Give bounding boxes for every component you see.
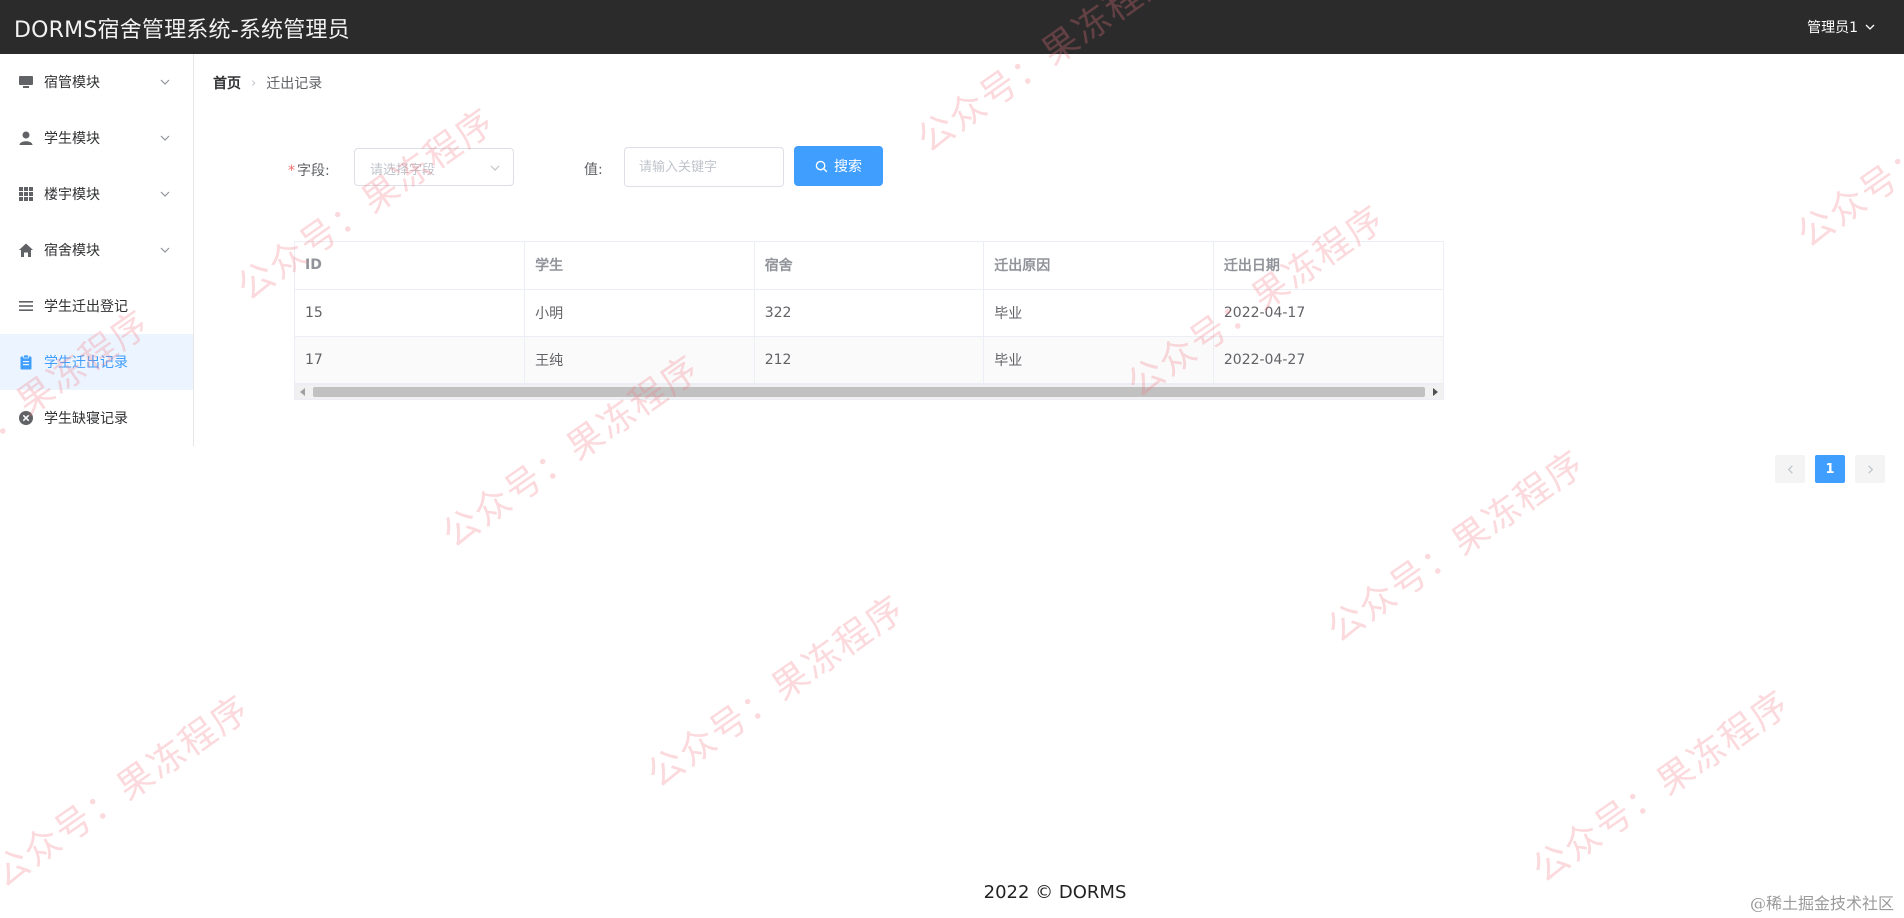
- scrollbar-thumb[interactable]: [313, 386, 1425, 397]
- column-header-student: 学生: [524, 242, 755, 290]
- watermark-text: 公众号：果冻程序: [1525, 682, 1798, 891]
- sidebar-item-label: 学生迁出登记: [44, 299, 128, 315]
- chevron-down-icon: [160, 135, 170, 141]
- home-icon: [18, 242, 34, 258]
- breadcrumb-current: 迁出记录: [266, 76, 323, 92]
- field-label: * 字段:: [288, 163, 330, 179]
- cell-date: 2022-04-27: [1213, 336, 1443, 384]
- sidebar-item-dorm[interactable]: 宿舍模块: [0, 222, 193, 278]
- search-button-label: 搜索: [834, 159, 862, 175]
- watermark-layer: 公众号：果冻程序 公众号：果冻程序 公众号：果冻程序 公众号：果冻程序 公众号：…: [0, 0, 1904, 918]
- chevron-down-icon: [1865, 24, 1875, 30]
- table-header-row: ID 学生 宿舍 迁出原因 迁出日期: [295, 242, 1443, 290]
- sidebar-item-label: 宿管模块: [44, 75, 100, 91]
- cell-id: 15: [295, 289, 526, 337]
- sidebar-item-label: 学生模块: [44, 131, 100, 147]
- sidebar-item-checkout-register[interactable]: 学生迁出登记: [0, 278, 193, 334]
- search-form: *字段: 请选择字段 值: 搜索: [288, 146, 988, 188]
- sidebar-item-checkout-records[interactable]: 学生迁出记录: [0, 334, 193, 390]
- app-title: DORMS宿舍管理系统-系统管理员: [14, 18, 350, 43]
- prev-page-button[interactable]: [1775, 455, 1805, 483]
- records-table: ID 学生 宿舍 迁出原因 迁出日期 15 小明 322 毕业 2022-04-…: [294, 241, 1444, 400]
- sidebar-item-label: 宿舍模块: [44, 243, 100, 259]
- breadcrumb: 首页 › 迁出记录: [213, 73, 322, 93]
- pagination: 1: [1775, 455, 1885, 483]
- field-select[interactable]: 请选择字段: [354, 148, 514, 186]
- circle-close-icon: [18, 410, 34, 426]
- cell-student: 小明: [524, 289, 755, 337]
- grid-icon: [18, 186, 34, 202]
- footer-copyright: 2022 © DORMS: [983, 882, 1127, 903]
- sidebar-item-dorm-manager[interactable]: 宿管模块: [0, 54, 193, 110]
- scroll-left-icon[interactable]: [300, 387, 305, 396]
- keyword-input[interactable]: [624, 147, 784, 187]
- cell-reason: 毕业: [983, 289, 1214, 337]
- horizontal-scrollbar[interactable]: [295, 383, 1443, 399]
- cell-date: 2022-04-17: [1213, 289, 1443, 337]
- sidebar: 宿管模块 学生模块 楼宇模块 宿舍模块 学生迁出登记 学生迁出记录 学生缺寝记录: [0, 54, 194, 446]
- scroll-right-icon[interactable]: [1433, 387, 1438, 396]
- cell-dorm: 212: [754, 336, 985, 384]
- search-button[interactable]: 搜索: [794, 146, 883, 186]
- cell-dorm: 322: [754, 289, 985, 337]
- table-row[interactable]: 17 王纯 212 毕业 2022-04-27: [295, 336, 1443, 384]
- column-header-reason: 迁出原因: [983, 242, 1214, 290]
- chevron-right-icon: [1867, 464, 1873, 474]
- column-header-dorm: 宿舍: [754, 242, 985, 290]
- chevron-down-icon: [490, 165, 500, 171]
- user-name: 管理员1: [1807, 20, 1858, 36]
- sidebar-item-label: 楼宇模块: [44, 187, 100, 203]
- page-number[interactable]: 1: [1815, 455, 1845, 483]
- field-select-placeholder: 请选择字段: [370, 163, 436, 178]
- sidebar-item-absence-records[interactable]: 学生缺寝记录: [0, 390, 193, 446]
- clipboard-icon: [18, 354, 34, 370]
- watermark-text: 公众号：果冻程序: [1790, 47, 1904, 256]
- sidebar-item-label: 学生缺寝记录: [44, 411, 128, 427]
- list-icon: [18, 298, 34, 314]
- chevron-down-icon: [160, 247, 170, 253]
- search-icon: [815, 160, 828, 172]
- table-row[interactable]: 15 小明 322 毕业 2022-04-17: [295, 289, 1443, 337]
- chevron-left-icon: [1787, 464, 1793, 474]
- user-icon: [18, 130, 34, 146]
- monitor-icon: [18, 74, 34, 90]
- required-mark: *: [288, 163, 295, 179]
- sidebar-item-building[interactable]: 楼宇模块: [0, 166, 193, 222]
- top-header: DORMS宿舍管理系统-系统管理员 管理员1: [0, 0, 1904, 54]
- sidebar-item-label: 学生迁出记录: [44, 355, 128, 371]
- watermark-text: 公众号：果冻程序: [640, 587, 913, 796]
- watermark-text: 公众号：果冻程序: [1320, 442, 1593, 651]
- breadcrumb-home[interactable]: 首页: [213, 73, 241, 93]
- breadcrumb-separator: ›: [251, 75, 257, 91]
- user-menu[interactable]: 管理员1: [1807, 17, 1876, 37]
- value-label: 值:: [584, 162, 603, 178]
- next-page-button[interactable]: [1855, 455, 1885, 483]
- chevron-down-icon: [160, 191, 170, 197]
- sidebar-item-student[interactable]: 学生模块: [0, 110, 193, 166]
- column-header-date: 迁出日期: [1213, 242, 1443, 290]
- cell-student: 王纯: [524, 336, 755, 384]
- cell-id: 17: [295, 336, 526, 384]
- watermark-text: 公众号：果冻程序: [0, 687, 258, 896]
- corner-watermark: @稀土掘金技术社区: [1749, 894, 1894, 913]
- chevron-down-icon: [160, 79, 170, 85]
- cell-reason: 毕业: [983, 336, 1214, 384]
- column-header-id: ID: [295, 242, 526, 290]
